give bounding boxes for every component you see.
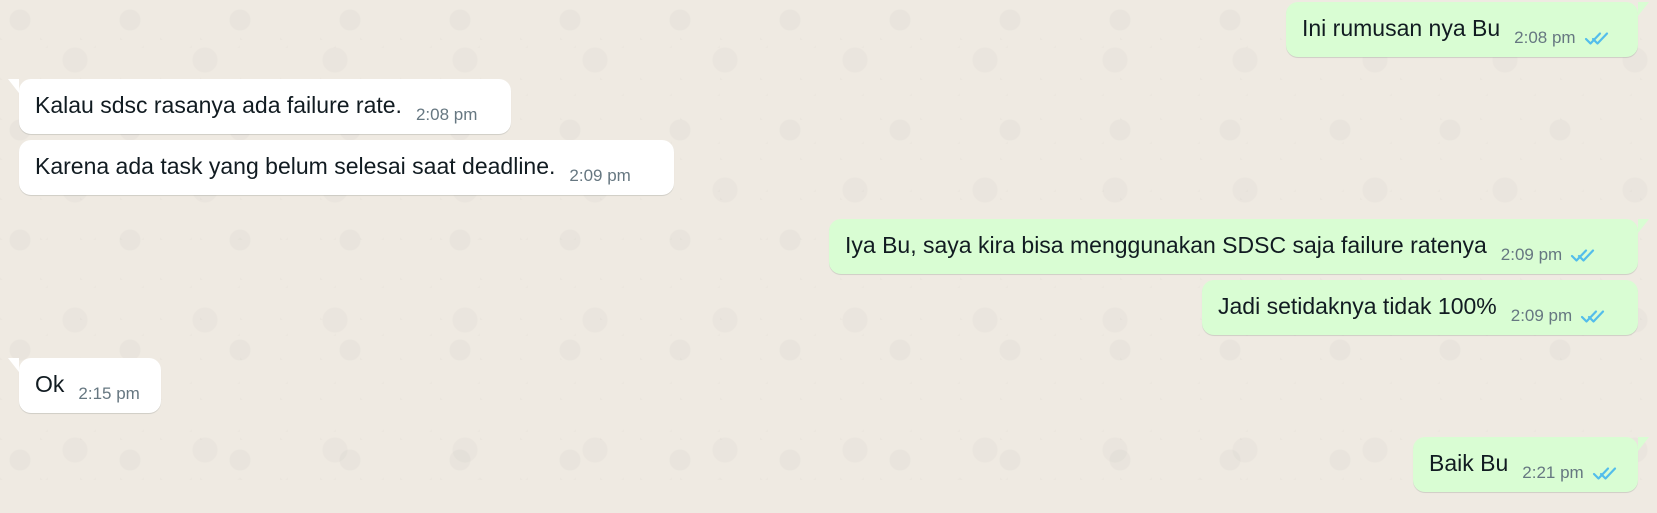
message-time: 2:09 pm (1510, 305, 1573, 325)
message-time: 2:09 pm (1500, 244, 1563, 264)
chat-window: Ini rumusan nya Bu 2:08 pm Kalau sdsc ra… (0, 0, 1657, 513)
message-text: Jadi setidaknya tidak 100% (1218, 293, 1497, 319)
message-time: 2:08 pm (1514, 27, 1576, 47)
message-time: 2:15 pm (78, 383, 140, 403)
message-time: 2:09 pm (569, 165, 631, 185)
message-meta: 2:09 pm (1501, 245, 1596, 265)
incoming-message[interactable]: Ok 2:15 pm (8, 358, 161, 413)
outgoing-message[interactable]: Iya Bu, saya kira bisa menggunakan SDSC … (829, 219, 1649, 274)
message-text: Kalau sdsc rasanya ada failure rate. (35, 92, 402, 118)
outgoing-message[interactable]: Ini rumusan nya Bu 2:08 pm (1286, 2, 1649, 57)
double-check-icon (1592, 464, 1618, 482)
message-text: Ini rumusan nya Bu (1302, 15, 1501, 41)
message-meta: 2:09 pm (1511, 306, 1606, 326)
message-meta: 2:21 pm (1522, 463, 1617, 483)
double-check-icon (1570, 246, 1596, 264)
message-meta: 2:08 pm (1514, 28, 1609, 48)
message-meta: 2:15 pm (78, 384, 139, 404)
message-meta: 2:09 pm (569, 166, 630, 186)
incoming-message[interactable]: Kalau sdsc rasanya ada failure rate. 2:0… (8, 79, 511, 134)
message-meta: 2:08 pm (416, 105, 477, 125)
incoming-message[interactable]: Karena ada task yang belum selesai saat … (19, 140, 674, 195)
double-check-icon (1584, 29, 1610, 47)
message-text: Karena ada task yang belum selesai saat … (35, 153, 556, 179)
outgoing-message[interactable]: Jadi setidaknya tidak 100% 2:09 pm (1202, 280, 1638, 335)
message-time: 2:08 pm (415, 104, 478, 124)
outgoing-message[interactable]: Baik Bu 2:21 pm (1413, 437, 1649, 492)
message-time: 2:21 pm (1522, 462, 1584, 482)
message-text: Ok (35, 371, 65, 397)
message-text: Baik Bu (1429, 450, 1509, 476)
message-text: Iya Bu, saya kira bisa menggunakan SDSC … (845, 232, 1487, 258)
double-check-icon (1580, 307, 1606, 325)
